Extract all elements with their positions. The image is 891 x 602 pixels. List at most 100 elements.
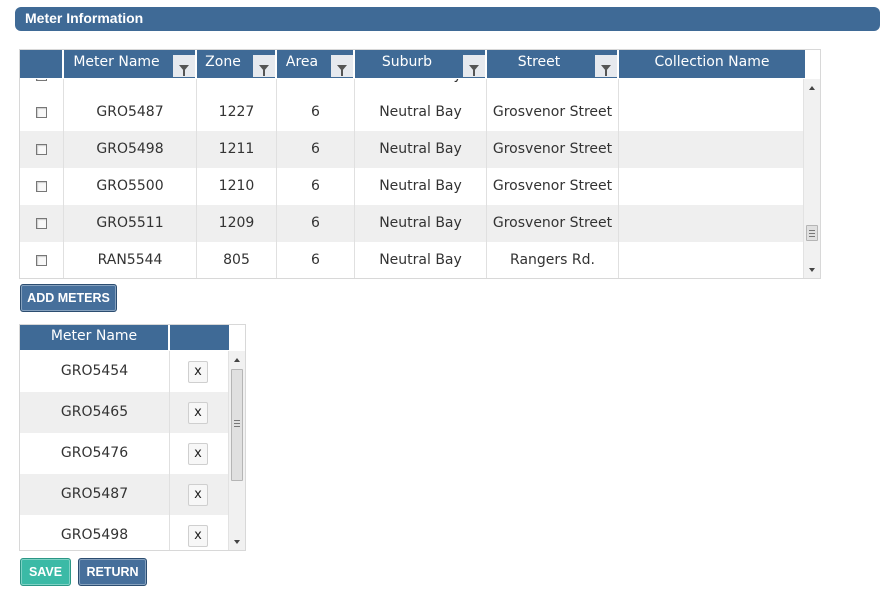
- cell-area: 6: [277, 94, 355, 131]
- selected-scrollbar[interactable]: [228, 351, 245, 550]
- row-checkbox[interactable]: [36, 217, 47, 229]
- cell-zone: 1233: [197, 79, 277, 94]
- row-checkbox[interactable]: [36, 79, 47, 81]
- header-meter-name-label: Meter Name: [73, 54, 160, 70]
- cell-street: Grosvenor Street: [487, 131, 619, 168]
- cell-street: Grosvenor Street: [487, 94, 619, 131]
- cell-zone: 805: [197, 242, 277, 278]
- header-collection-name[interactable]: Collection Name: [619, 50, 805, 78]
- scroll-up-icon[interactable]: [234, 358, 240, 362]
- cell-area: 6: [277, 131, 355, 168]
- cell-collection-name: [619, 242, 803, 278]
- remove-button[interactable]: x: [188, 361, 208, 383]
- scroll-down-icon[interactable]: [809, 268, 815, 272]
- remove-button[interactable]: x: [188, 525, 208, 547]
- cell-area: 6: [277, 205, 355, 242]
- header-zone-label: Zone: [205, 54, 241, 70]
- cell-meter-name: GRO5476: [64, 79, 197, 94]
- header-street[interactable]: Street: [487, 50, 619, 78]
- cell-meter-name: RAN5544: [64, 242, 197, 278]
- header-selected-meter-name-label: Meter Name: [50, 328, 138, 344]
- cell-suburb: Neutral Bay: [355, 242, 487, 278]
- list-item: GRO5476 x: [20, 433, 229, 474]
- cell-street: Grosvenor Street: [487, 168, 619, 205]
- save-button[interactable]: SAVE: [20, 558, 71, 586]
- cell-area: 6: [277, 79, 355, 94]
- remove-button[interactable]: x: [188, 443, 208, 465]
- selected-meter-name: GRO5487: [20, 474, 170, 515]
- scroll-thumb[interactable]: [231, 369, 243, 481]
- cell-collection-name: [619, 205, 803, 242]
- cell-collection-name: [619, 94, 803, 131]
- header-selected-meter-name: Meter Name: [20, 325, 170, 350]
- scroll-thumb[interactable]: [806, 225, 818, 241]
- header-collection-name-label: Collection Name: [654, 54, 770, 70]
- selected-meter-name: GRO5454: [20, 351, 170, 392]
- remove-button[interactable]: x: [188, 484, 208, 506]
- cell-suburb: Neutral Bay: [355, 205, 487, 242]
- table-row[interactable]: GRO5500 1210 6 Neutral Bay Grosvenor Str…: [20, 168, 803, 205]
- cell-zone: 1210: [197, 168, 277, 205]
- grid-header: Meter Name Zone Area Suburb Street Colle…: [20, 50, 820, 78]
- grid-scrollbar[interactable]: [803, 79, 820, 278]
- header-meter-name[interactable]: Meter Name: [64, 50, 197, 78]
- cell-meter-name: GRO5498: [64, 131, 197, 168]
- table-row[interactable]: GRO5511 1209 6 Neutral Bay Grosvenor Str…: [20, 205, 803, 242]
- cell-suburb: Neutral Bay: [355, 131, 487, 168]
- header-zone[interactable]: Zone: [197, 50, 277, 78]
- cell-meter-name: GRO5500: [64, 168, 197, 205]
- cell-meter-name: GRO5487: [64, 94, 197, 131]
- panel-header: Meter Information: [15, 7, 880, 31]
- cell-street: Rangers Rd.: [487, 242, 619, 278]
- list-item: GRO5487 x: [20, 474, 229, 515]
- add-meters-button[interactable]: ADD METERS: [20, 284, 117, 312]
- scroll-down-icon[interactable]: [234, 540, 240, 544]
- filter-icon[interactable]: [173, 55, 195, 77]
- table-row[interactable]: GRO5498 1211 6 Neutral Bay Grosvenor Str…: [20, 131, 803, 168]
- cell-collection-name: [619, 168, 803, 205]
- selected-meter-name: GRO5465: [20, 392, 170, 433]
- list-item: GRO5465 x: [20, 392, 229, 433]
- header-area-label: Area: [285, 54, 319, 70]
- header-area[interactable]: Area: [277, 50, 355, 78]
- row-checkbox[interactable]: [36, 143, 47, 155]
- cell-zone: 1211: [197, 131, 277, 168]
- header-select: [20, 50, 64, 78]
- selected-meter-name: GRO5498: [20, 515, 170, 550]
- row-checkbox[interactable]: [36, 254, 47, 266]
- filter-icon[interactable]: [331, 55, 353, 77]
- cell-zone: 1227: [197, 94, 277, 131]
- cell-area: 6: [277, 168, 355, 205]
- table-row[interactable]: GRO5487 1227 6 Neutral Bay Grosvenor Str…: [20, 94, 803, 131]
- panel-title: Meter Information: [25, 10, 144, 26]
- cell-street: Grosvenor Street: [487, 79, 619, 94]
- scroll-up-icon[interactable]: [809, 86, 815, 90]
- selected-meters-grid: Meter Name GRO5454 x GRO5465 x GRO5476 x…: [19, 324, 246, 551]
- selected-meter-name: GRO5476: [20, 433, 170, 474]
- header-street-label: Street: [517, 54, 561, 70]
- list-item: GRO5498 x: [20, 515, 229, 550]
- filter-icon[interactable]: [463, 55, 485, 77]
- list-item: GRO5454 x: [20, 351, 229, 392]
- header-suburb-label: Suburb: [381, 54, 433, 70]
- cell-zone: 1209: [197, 205, 277, 242]
- cell-suburb: Neutral Bay: [355, 168, 487, 205]
- header-remove: [170, 325, 229, 350]
- filter-icon[interactable]: [595, 55, 617, 77]
- cell-suburb: Neutral Bay: [355, 79, 487, 94]
- remove-button[interactable]: x: [188, 402, 208, 424]
- cell-collection-name: [619, 79, 803, 94]
- table-row[interactable]: RAN5544 805 6 Neutral Bay Rangers Rd.: [20, 242, 803, 278]
- return-button[interactable]: RETURN: [78, 558, 147, 586]
- filter-icon[interactable]: [253, 55, 275, 77]
- meter-grid: Meter Name Zone Area Suburb Street Colle…: [19, 49, 821, 279]
- cell-collection-name: [619, 131, 803, 168]
- table-row[interactable]: GRO5476 1233 6 Neutral Bay Grosvenor Str…: [20, 79, 803, 94]
- cell-street: Grosvenor Street: [487, 205, 619, 242]
- cell-meter-name: GRO5511: [64, 205, 197, 242]
- cell-suburb: Neutral Bay: [355, 94, 487, 131]
- grid-body: GRO5476 1233 6 Neutral Bay Grosvenor Str…: [20, 79, 803, 278]
- header-suburb[interactable]: Suburb: [355, 50, 487, 78]
- row-checkbox[interactable]: [36, 180, 47, 192]
- row-checkbox[interactable]: [36, 106, 47, 118]
